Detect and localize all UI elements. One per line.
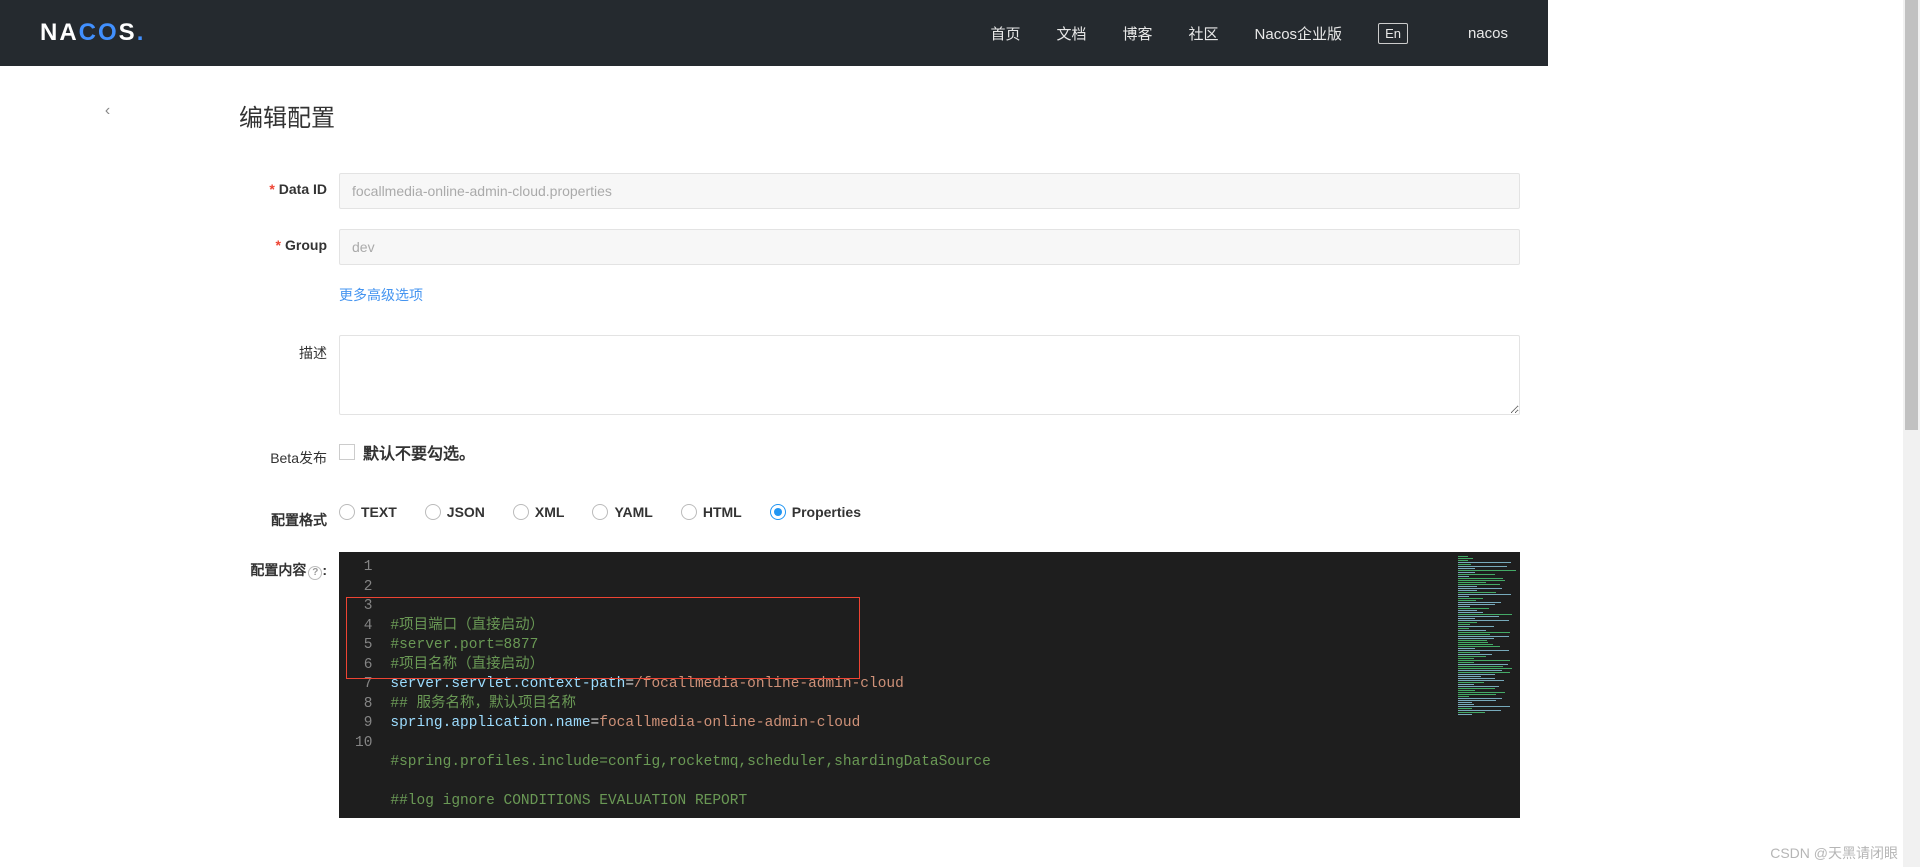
nav-enterprise[interactable]: Nacos企业版 <box>1255 23 1343 44</box>
beta-checkbox[interactable] <box>339 444 355 460</box>
radio-xml[interactable]: XML <box>513 504 565 520</box>
label-content: 配置内容 <box>250 562 306 578</box>
format-radio-group: TEXT JSON XML YAML HTML Properties <box>339 502 1520 520</box>
nav-blog[interactable]: 博客 <box>1123 23 1153 44</box>
radio-properties[interactable]: Properties <box>770 504 861 520</box>
code-editor[interactable]: 12345678910 #项目端口（直接启动）#server.port=8877… <box>339 552 1520 818</box>
radio-text[interactable]: TEXT <box>339 504 397 520</box>
header-nav: 首页 文档 博客 社区 Nacos企业版 En nacos <box>990 23 1508 44</box>
label-beta: Beta发布 <box>239 440 339 468</box>
beta-hint: 默认不要勾选。 <box>363 440 475 464</box>
page-title: 编辑配置 <box>239 98 1520 133</box>
label-group: Group <box>285 237 327 253</box>
group-input[interactable] <box>339 229 1520 265</box>
user-menu[interactable]: nacos <box>1468 25 1508 42</box>
label-data-id: Data ID <box>279 181 327 197</box>
desc-textarea[interactable] <box>339 335 1520 415</box>
page-scrollbar[interactable] <box>1903 0 1920 867</box>
watermark: CSDN @天黑请闭眼 <box>1770 843 1898 863</box>
advanced-options-link[interactable]: 更多高级选项 <box>339 287 423 303</box>
nav-home[interactable]: 首页 <box>990 23 1020 44</box>
radio-html[interactable]: HTML <box>681 504 742 520</box>
back-icon[interactable]: ‹ <box>105 102 110 838</box>
editor-minimap[interactable] <box>1456 552 1520 818</box>
help-icon[interactable]: ? <box>308 566 322 580</box>
label-format: 配置格式 <box>239 502 339 530</box>
header-bar: NACOS. 首页 文档 博客 社区 Nacos企业版 En nacos <box>0 0 1548 66</box>
nav-community[interactable]: 社区 <box>1189 23 1219 44</box>
nav-docs[interactable]: 文档 <box>1056 23 1086 44</box>
nacos-logo: NACOS. <box>40 19 145 47</box>
radio-yaml[interactable]: YAML <box>592 504 652 520</box>
sidebar-collapse: ‹ <box>0 66 215 838</box>
lang-toggle[interactable]: En <box>1378 23 1408 44</box>
label-desc: 描述 <box>239 335 339 363</box>
radio-json[interactable]: JSON <box>425 504 485 520</box>
data-id-input[interactable] <box>339 173 1520 209</box>
